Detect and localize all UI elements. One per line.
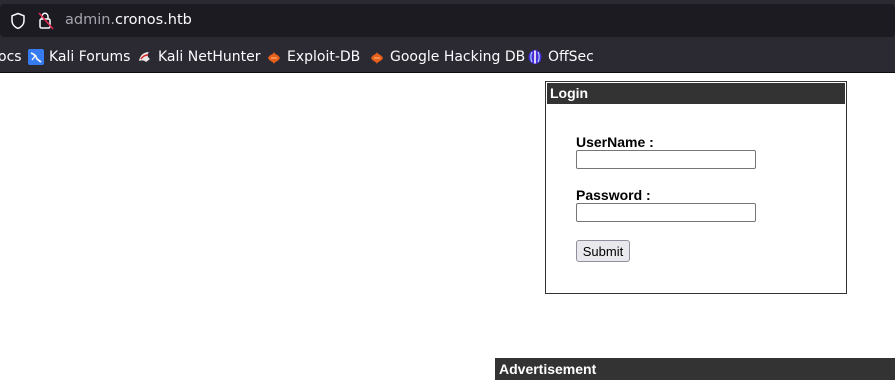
- bookmark-exploit-db[interactable]: Exploit-DB: [266, 48, 360, 66]
- bookmark-label: Exploit-DB: [287, 49, 361, 65]
- bookmark-offsec[interactable]: OffSec: [527, 48, 594, 66]
- bookmark-label: Google Hacking DB: [390, 49, 526, 65]
- password-input[interactable]: [576, 203, 756, 222]
- offsec-icon: [528, 50, 542, 64]
- url-bar[interactable]: admin.cronos.htb: [0, 4, 895, 37]
- bookmark-kali-nethunter[interactable]: Kali NetHunter: [137, 48, 260, 66]
- url-domain: cronos.htb: [115, 12, 192, 28]
- bookmark-google-hacking-db[interactable]: Google Hacking DB: [369, 48, 525, 66]
- bookmark-label: ocs: [0, 49, 22, 65]
- kali-nethunter-icon: [139, 52, 150, 62]
- url-text[interactable]: admin.cronos.htb: [65, 11, 192, 29]
- exploit-db-icon: [268, 52, 280, 64]
- kali-forums-icon: [28, 49, 44, 65]
- bookmark-label: Kali Forums: [49, 49, 131, 65]
- bookmark-docs[interactable]: ocs: [0, 48, 22, 66]
- password-label: Password :: [576, 187, 651, 203]
- username-label: UserName :: [576, 134, 654, 150]
- google-hacking-db-icon: [371, 52, 383, 64]
- lock-icon[interactable]: [37, 11, 55, 35]
- username-input[interactable]: [576, 150, 756, 169]
- browser-toolbar: admin.cronos.htb: [0, 0, 895, 41]
- login-title: Login: [547, 83, 845, 104]
- login-form: Login UserName : Password : Submit: [545, 81, 847, 294]
- bookmarks-toolbar: ocs Kali Forums Kali NetHunter Exploit-D…: [0, 41, 895, 73]
- url-subdomain: admin.: [65, 12, 116, 28]
- bookmark-label: OffSec: [548, 49, 594, 65]
- advertisement-title: Advertisement: [495, 358, 895, 380]
- submit-button[interactable]: Submit: [576, 240, 630, 262]
- bookmark-label: Kali NetHunter: [158, 49, 261, 65]
- bookmark-kali-forums[interactable]: Kali Forums: [28, 48, 130, 66]
- shield-icon[interactable]: [10, 12, 26, 34]
